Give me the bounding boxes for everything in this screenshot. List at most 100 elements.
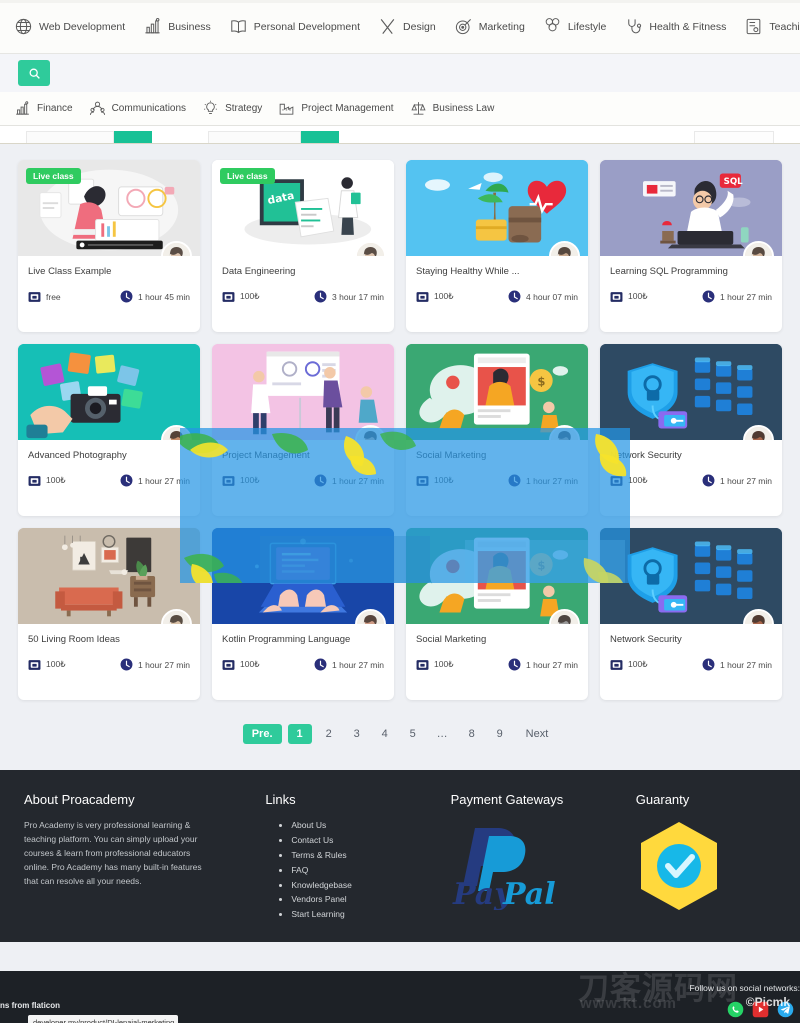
pagination-page-…[interactable]: … bbox=[430, 724, 455, 744]
nav-item-lifestyle[interactable]: Lifestyle bbox=[543, 17, 606, 36]
course-thumbnail bbox=[212, 528, 394, 624]
course-duration-text: 1 hour 27 min bbox=[138, 659, 190, 670]
live-class-badge: Live class bbox=[26, 168, 81, 184]
nav-item-design[interactable]: Design bbox=[378, 17, 436, 36]
course-meta: Kotlin Programming Language bbox=[212, 624, 394, 645]
course-stats: 100₺ 1 hour 27 min bbox=[212, 645, 394, 671]
footer-link[interactable]: Start Learning bbox=[291, 907, 440, 922]
duration-clock-icon bbox=[314, 474, 327, 487]
duration-clock-icon bbox=[120, 474, 133, 487]
footer-guaranty-heading: Guaranty bbox=[635, 792, 690, 807]
duration-clock-icon bbox=[508, 290, 521, 303]
duration-clock-icon bbox=[314, 658, 327, 671]
footer-link[interactable]: Vendors Panel bbox=[291, 892, 440, 907]
svg-text:SQL: SQL bbox=[724, 177, 744, 187]
nav-label: Web Development bbox=[39, 20, 126, 33]
course-meta: Project Management bbox=[212, 440, 394, 461]
course-price: 100₺ bbox=[416, 475, 454, 487]
course-price: 100₺ bbox=[28, 659, 66, 671]
course-price-text: 100₺ bbox=[46, 475, 66, 485]
course-card[interactable]: 50 Living Room Ideas 100₺ 1 hour 27 min bbox=[18, 528, 200, 700]
footer-link[interactable]: FAQ bbox=[291, 863, 440, 878]
subnav-item-finance[interactable]: Finance bbox=[14, 100, 73, 117]
filter-field-1[interactable] bbox=[26, 131, 115, 143]
pagination-next[interactable]: Next bbox=[517, 724, 558, 744]
pagination-page-1[interactable]: 1 bbox=[287, 724, 312, 744]
price-wallet-icon bbox=[28, 659, 41, 670]
course-title: Live Class Example bbox=[28, 266, 112, 277]
filter-apply-1[interactable] bbox=[114, 131, 153, 143]
telegram-icon[interactable] bbox=[777, 1001, 794, 1018]
course-duration-text: 1 hour 27 min bbox=[526, 475, 578, 486]
subnav-item-project-management[interactable]: Project Management bbox=[278, 100, 394, 117]
course-card[interactable]: Kotlin Programming Language 100₺ 1 hour … bbox=[212, 528, 394, 700]
course-price: 100₺ bbox=[416, 291, 454, 303]
course-card[interactable]: Live class Live Class Example free 1 hou… bbox=[18, 160, 200, 332]
footer-link[interactable]: Contact Us bbox=[291, 833, 440, 848]
globe-icon bbox=[15, 18, 32, 35]
nav-item-health-fitness[interactable]: Health & Fitness bbox=[624, 17, 726, 36]
course-grid-wrapper: Live class Live Class Example free 1 hou… bbox=[0, 144, 800, 700]
course-price-text: 100₺ bbox=[240, 659, 260, 669]
pagination-page-9[interactable]: 9 bbox=[489, 724, 511, 744]
price-wallet-icon bbox=[28, 291, 41, 302]
course-card[interactable]: data Live class Data Engineering 100₺ 3 … bbox=[212, 160, 394, 332]
course-thumbnail bbox=[600, 528, 782, 624]
course-duration: 1 hour 27 min bbox=[702, 474, 772, 487]
subnav-item-strategy[interactable]: Strategy bbox=[202, 100, 262, 117]
course-card[interactable]: Advanced Photography 100₺ 1 hour 27 min bbox=[18, 344, 200, 516]
pagination-prev[interactable]: Pre. bbox=[242, 724, 282, 744]
course-price-text: 100₺ bbox=[46, 659, 66, 669]
pagination-page-4[interactable]: 4 bbox=[374, 724, 396, 744]
filter-field-2[interactable] bbox=[208, 131, 301, 143]
pagination-page-8[interactable]: 8 bbox=[461, 724, 483, 744]
course-card[interactable]: $ Social Marketing 100₺ 1 hour 27 min bbox=[406, 344, 588, 516]
course-price: 100₺ bbox=[610, 475, 648, 487]
youtube-icon[interactable] bbox=[752, 1001, 769, 1018]
pagination-page-3[interactable]: 3 bbox=[346, 724, 368, 744]
nav-item-business[interactable]: Business bbox=[143, 17, 211, 36]
nav-item-personal-development[interactable]: Personal Development bbox=[229, 17, 360, 36]
subnav-label: Strategy bbox=[225, 103, 263, 114]
nav-item-teaching-academics[interactable]: Teaching & Academics bbox=[744, 17, 800, 36]
course-title: Network Security bbox=[610, 450, 682, 461]
whatsapp-icon[interactable] bbox=[727, 1001, 744, 1018]
footer-link[interactable]: About Us bbox=[291, 818, 440, 833]
subnav-item-business-law[interactable]: Business Law bbox=[410, 100, 494, 117]
course-meta: Staying Healthy While ... bbox=[406, 256, 588, 277]
nav-item-marketing[interactable]: Marketing bbox=[454, 17, 525, 36]
course-title: Staying Healthy While ... bbox=[416, 266, 520, 277]
search-button[interactable] bbox=[18, 60, 50, 86]
course-thumbnail: $ bbox=[406, 344, 588, 440]
course-card[interactable]: Network Security 100₺ 1 hour 27 min bbox=[600, 528, 782, 700]
course-card[interactable]: Project Management 100₺ 1 hour 27 min bbox=[212, 344, 394, 516]
nav-label: Health & Fitness bbox=[649, 20, 727, 33]
course-price: 100₺ bbox=[28, 475, 66, 487]
filter-apply-2[interactable] bbox=[300, 131, 339, 143]
duration-clock-icon bbox=[702, 290, 715, 303]
course-price: 100₺ bbox=[416, 659, 454, 671]
course-price: 100₺ bbox=[610, 659, 648, 671]
course-card[interactable]: Staying Healthy While ... 100₺ 4 hour 07… bbox=[406, 160, 588, 332]
course-duration: 1 hour 27 min bbox=[120, 658, 190, 671]
subnav-item-communications[interactable]: Communications bbox=[89, 100, 186, 117]
course-duration-text: 3 hour 17 min bbox=[332, 291, 384, 302]
course-card[interactable]: SQL Learning SQL Programming 100₺ 1 hour… bbox=[600, 160, 782, 332]
course-duration: 4 hour 07 min bbox=[508, 290, 578, 303]
live-class-badge: Live class bbox=[220, 168, 275, 184]
footer-link[interactable]: Terms & Rules bbox=[291, 848, 440, 863]
course-card[interactable]: $ Social Marketing 100₺ 1 hour 27 min bbox=[406, 528, 588, 700]
footer-link[interactable]: Knowledgebase bbox=[291, 878, 440, 893]
course-thumbnail: $ bbox=[406, 528, 588, 624]
subnav-label: Project Management bbox=[301, 103, 394, 114]
course-card[interactable]: Network Security 100₺ 1 hour 27 min bbox=[600, 344, 782, 516]
course-stats: free 1 hour 45 min bbox=[18, 277, 200, 303]
filter-field-3[interactable] bbox=[693, 131, 774, 143]
course-duration-text: 1 hour 45 min bbox=[138, 291, 190, 302]
pagination-page-5[interactable]: 5 bbox=[402, 724, 424, 744]
course-price: free bbox=[28, 291, 61, 303]
pen-tools-icon bbox=[380, 19, 395, 34]
course-price-text: free bbox=[46, 291, 61, 302]
nav-item-web-development[interactable]: Web Development bbox=[14, 17, 125, 36]
pagination-page-2[interactable]: 2 bbox=[318, 724, 340, 744]
